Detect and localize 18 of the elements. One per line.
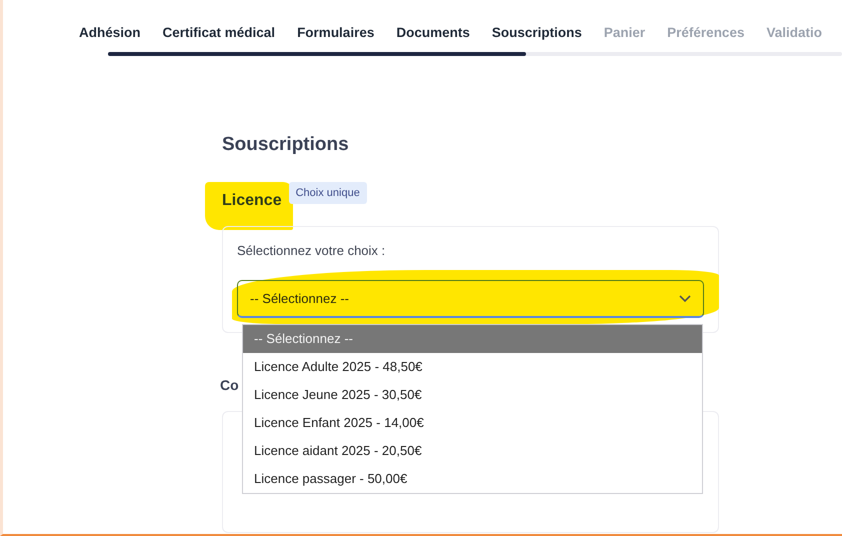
dropdown-option[interactable]: Licence passager - 50,00€ [243, 465, 702, 493]
dropdown-option[interactable]: Licence aidant 2025 - 20,50€ [243, 437, 702, 465]
page-title: Souscriptions [222, 134, 350, 156]
step-tab[interactable]: Adhésion [79, 25, 141, 40]
dropdown-option[interactable]: -- Sélectionnez -- [243, 325, 702, 353]
select-field[interactable]: -- Sélectionnez -- [237, 280, 704, 318]
chevron-down-icon [679, 294, 691, 302]
step-tab[interactable]: Certificat médical [162, 25, 276, 40]
step-tab[interactable]: Formulaires [297, 25, 374, 40]
section-title: Co [220, 377, 240, 393]
section-title: Licence [222, 192, 282, 210]
step-tab[interactable]: Documents [396, 25, 470, 40]
dropdown-option[interactable]: Licence Enfant 2025 - 14,00€ [243, 409, 702, 437]
choice-badge: Choix unique [288, 182, 367, 204]
step-tab[interactable]: Souscriptions [492, 25, 582, 40]
dropdown-option[interactable]: Licence Adulte 2025 - 48,50€ [243, 353, 702, 381]
dropdown-option[interactable]: Licence Jeune 2025 - 30,50€ [243, 381, 702, 409]
select-label: Sélectionnez votre choix : [237, 243, 386, 258]
